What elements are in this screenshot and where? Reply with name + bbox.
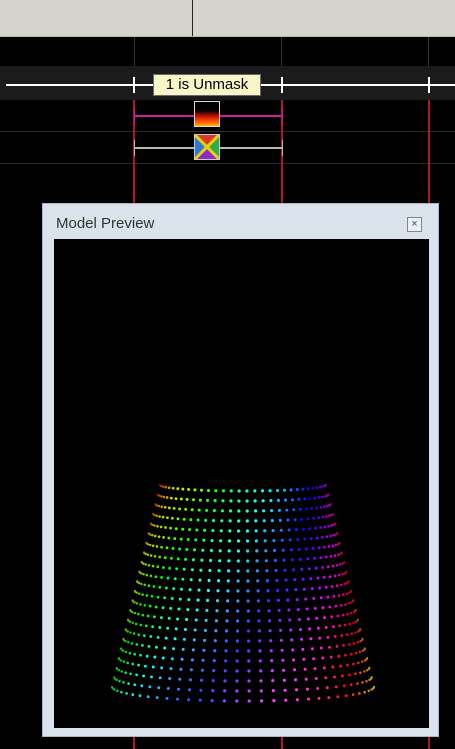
effect-start-handle[interactable] (134, 108, 135, 124)
timing-mark[interactable] (133, 77, 135, 93)
close-icon[interactable]: × (407, 217, 422, 232)
effect-start-handle[interactable] (134, 140, 135, 156)
grid-line (0, 131, 455, 132)
timing-mark[interactable] (428, 77, 430, 93)
preview-canvas[interactable] (54, 239, 429, 728)
marker-line[interactable] (428, 100, 430, 205)
effect-end-handle[interactable] (282, 140, 283, 156)
butterfly-effect-icon[interactable] (194, 134, 220, 160)
window-title: Model Preview (56, 215, 155, 232)
timeline-header (0, 0, 455, 37)
fire-effect-icon[interactable] (194, 101, 220, 127)
effect-end-handle[interactable] (282, 108, 283, 124)
header-divider[interactable] (192, 0, 193, 36)
marker-line[interactable] (428, 737, 430, 749)
grid-line (0, 163, 455, 164)
marker-line[interactable] (133, 737, 135, 749)
model-preview-window[interactable]: Model Preview × (42, 203, 439, 737)
timing-mark[interactable] (281, 77, 283, 93)
model-pixels (110, 483, 376, 703)
marker-line[interactable] (281, 737, 283, 749)
timing-label[interactable]: 1 is Unmask (153, 74, 261, 96)
